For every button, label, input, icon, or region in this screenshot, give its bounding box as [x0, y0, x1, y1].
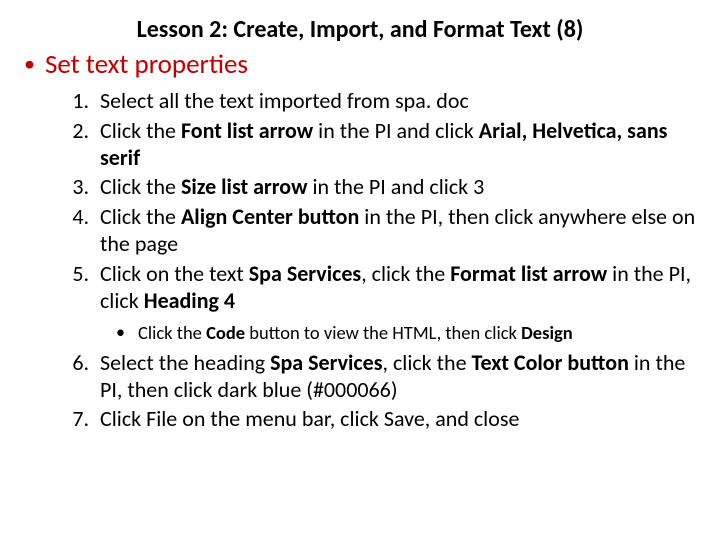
- slide: Lesson 2: Create, Import, and Format Tex…: [0, 0, 720, 540]
- t: Design: [521, 321, 573, 344]
- slide-title: Lesson 2: Create, Import, and Format Tex…: [20, 15, 700, 44]
- t: in the PI and click 3: [308, 173, 485, 200]
- t: Spa Services: [270, 349, 382, 376]
- t: Click on the text: [100, 260, 249, 287]
- step-4: Click the Align Center button in the PI,…: [94, 204, 696, 258]
- bullet-icon: •: [24, 50, 35, 78]
- step-1: Select all the text imported from spa. d…: [94, 88, 696, 115]
- step-2: Click the Font list arrow in the PI and …: [94, 118, 696, 172]
- t: , click the: [383, 349, 472, 376]
- step-5: Click on the text Spa Services, click th…: [94, 261, 696, 315]
- t: Spa Services: [249, 260, 361, 287]
- step-list: Select all the text imported from spa. d…: [66, 88, 700, 315]
- t: Text Color button: [472, 349, 629, 376]
- t: in the PI and click: [313, 117, 479, 144]
- step-3: Click the Size list arrow in the PI and …: [94, 174, 696, 201]
- t: button to view the HTML, then click: [245, 321, 521, 344]
- bullet-icon: •: [116, 321, 138, 343]
- t: Heading 4: [144, 287, 235, 314]
- step-7: Click File on the menu bar, click Save, …: [94, 406, 696, 433]
- t: Format list arrow: [450, 260, 607, 287]
- sub-text: Click the Code button to view the HTML, …: [138, 321, 573, 344]
- sub-bullet: • Click the Code button to view the HTML…: [116, 321, 700, 344]
- t: Select the heading: [100, 349, 270, 376]
- t: Font list arrow: [181, 117, 313, 144]
- t: Click the: [100, 117, 181, 144]
- t: Code: [206, 321, 245, 344]
- t: Click the: [100, 173, 181, 200]
- topic-text: Set text properties: [45, 50, 248, 80]
- topic-bullet: • Set text properties: [24, 50, 700, 80]
- step-1-text: Select all the text imported from spa. d…: [100, 87, 469, 114]
- t: Click the: [100, 203, 181, 230]
- step-6: Select the heading Spa Services, click t…: [94, 350, 696, 404]
- step-list-cont: Select the heading Spa Services, click t…: [66, 350, 700, 433]
- t: Align Center button: [181, 203, 359, 230]
- step-7-text: Click File on the menu bar, click Save, …: [100, 405, 519, 432]
- t: , click the: [361, 260, 450, 287]
- t: Size list arrow: [181, 173, 308, 200]
- t: Click the: [138, 321, 206, 344]
